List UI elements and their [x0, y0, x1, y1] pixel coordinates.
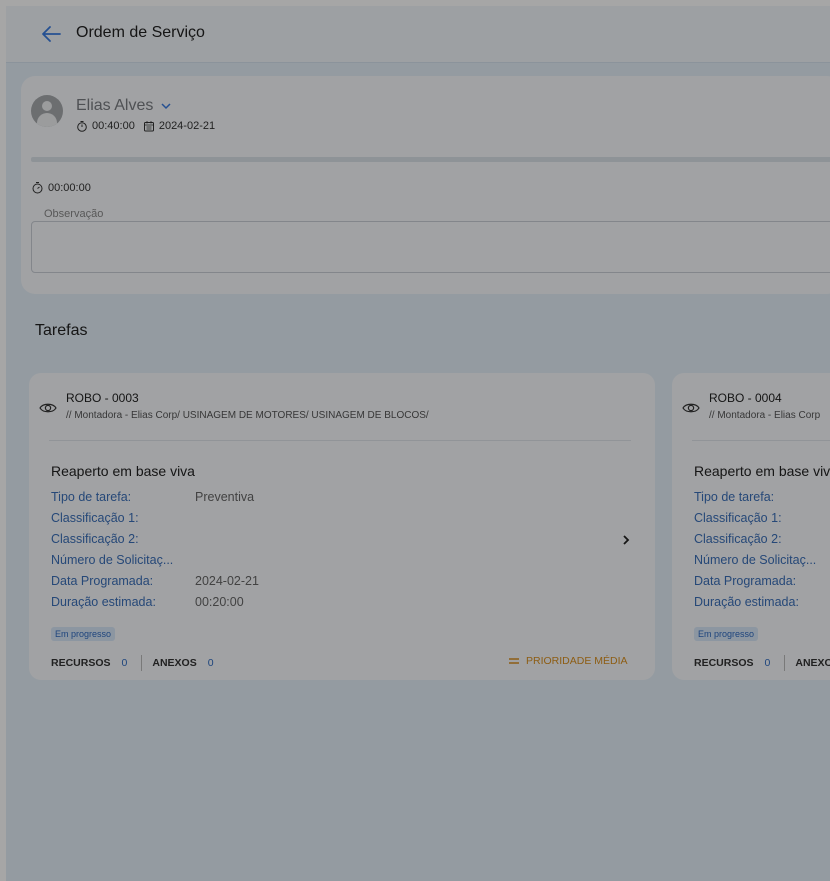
- stopwatch-icon: [77, 121, 87, 132]
- resources-count[interactable]: 0: [122, 657, 128, 669]
- field-label-estimated-duration: Duração estimada:: [694, 595, 799, 609]
- order-duration: 00:40:00: [92, 120, 135, 132]
- timer: 00:00:00: [31, 181, 91, 194]
- avatar-body: [37, 113, 57, 127]
- task-code: ROBO - 0003: [66, 391, 139, 405]
- field-label-class-1: Classificação 1:: [694, 511, 782, 525]
- separator: [784, 655, 786, 671]
- field-label-estimated-duration: Duração estimada:: [51, 595, 156, 609]
- tasks-section-title: Tarefas: [35, 322, 88, 339]
- eye-icon[interactable]: [39, 401, 57, 415]
- user-name[interactable]: Elias Alves: [76, 97, 153, 115]
- resources-row: RECURSOS 0 ANEXOS 0: [51, 655, 214, 671]
- field-label-task-type: Tipo de tarefa:: [694, 490, 775, 504]
- timer-icon: [32, 182, 43, 194]
- priority-indicator: PRIORIDADE MÉDIA: [508, 655, 628, 667]
- field-value-scheduled-date: 2024-02-21: [195, 574, 259, 588]
- eye-icon[interactable]: [682, 401, 700, 415]
- task-title: Reaperto em base viva: [694, 463, 830, 479]
- field-label-scheduled-date: Data Programada:: [694, 574, 797, 588]
- observation-label: Observação: [41, 208, 107, 220]
- resources-label: RECURSOS: [51, 657, 111, 669]
- timer-value: 00:00:00: [48, 181, 91, 194]
- task-title: Reaperto em base viva: [51, 463, 195, 479]
- order-date: 2024-02-21: [158, 120, 216, 132]
- field-label-class-2: Classificação 2:: [51, 532, 139, 546]
- observation-field[interactable]: [31, 221, 830, 273]
- card-divider: [49, 440, 631, 441]
- field-label-class-2: Classificação 2:: [694, 532, 782, 546]
- field-label-scheduled-date: Data Programada:: [51, 574, 154, 588]
- task-card[interactable]: ROBO - 0004 // Montadora - Elias Corp Re…: [672, 373, 830, 680]
- separator: [141, 655, 143, 671]
- service-order-summary: Elias Alves 00:40:00 2024-02-21 00:00:00: [21, 76, 830, 294]
- field-label-task-type: Tipo de tarefa:: [51, 490, 132, 504]
- attachments-label: ANEXOS: [795, 657, 830, 669]
- resources-row: RECURSOS 0 ANEXOS 0: [694, 655, 830, 671]
- avatar-head: [42, 101, 52, 111]
- order-meta: 00:40:00 2024-02-21: [76, 120, 215, 132]
- resources-count[interactable]: 0: [765, 657, 771, 669]
- field-value-estimated-duration: 00:20:00: [195, 595, 244, 609]
- progress-divider: [31, 157, 830, 162]
- attachments-count[interactable]: 0: [208, 657, 214, 669]
- field-label-class-1: Classificação 1:: [51, 511, 139, 525]
- app-screen: Ordem de Serviço Elias Alves 00:40:00 20…: [6, 6, 830, 881]
- chevron-down-icon[interactable]: [160, 100, 172, 112]
- back-arrow-icon[interactable]: [40, 24, 62, 44]
- card-divider: [692, 440, 830, 441]
- resources-label: RECURSOS: [694, 657, 754, 669]
- task-code: ROBO - 0004: [709, 391, 782, 405]
- top-app-bar: Ordem de Serviço: [6, 6, 830, 63]
- field-value-task-type: Preventiva: [195, 490, 255, 504]
- equals-icon: [509, 658, 519, 664]
- calendar-icon: [143, 121, 154, 132]
- page-title: Ordem de Serviço: [76, 24, 205, 41]
- attachments-label: ANEXOS: [152, 657, 197, 669]
- task-path: // Montadora - Elias Corp/ USINAGEM DE M…: [66, 410, 429, 421]
- field-label-request-number: Número de Solicitaç...: [694, 553, 817, 567]
- avatar: [31, 95, 63, 127]
- status-badge: Em progresso: [51, 627, 116, 641]
- priority-label: PRIORIDADE MÉDIA: [526, 655, 628, 667]
- field-label-request-number: Número de Solicitaç...: [51, 553, 174, 567]
- task-path: // Montadora - Elias Corp: [709, 410, 821, 421]
- task-card[interactable]: ROBO - 0003 // Montadora - Elias Corp/ U…: [29, 373, 655, 680]
- status-badge: Em progresso: [694, 627, 759, 641]
- chevron-right-icon[interactable]: [619, 533, 633, 547]
